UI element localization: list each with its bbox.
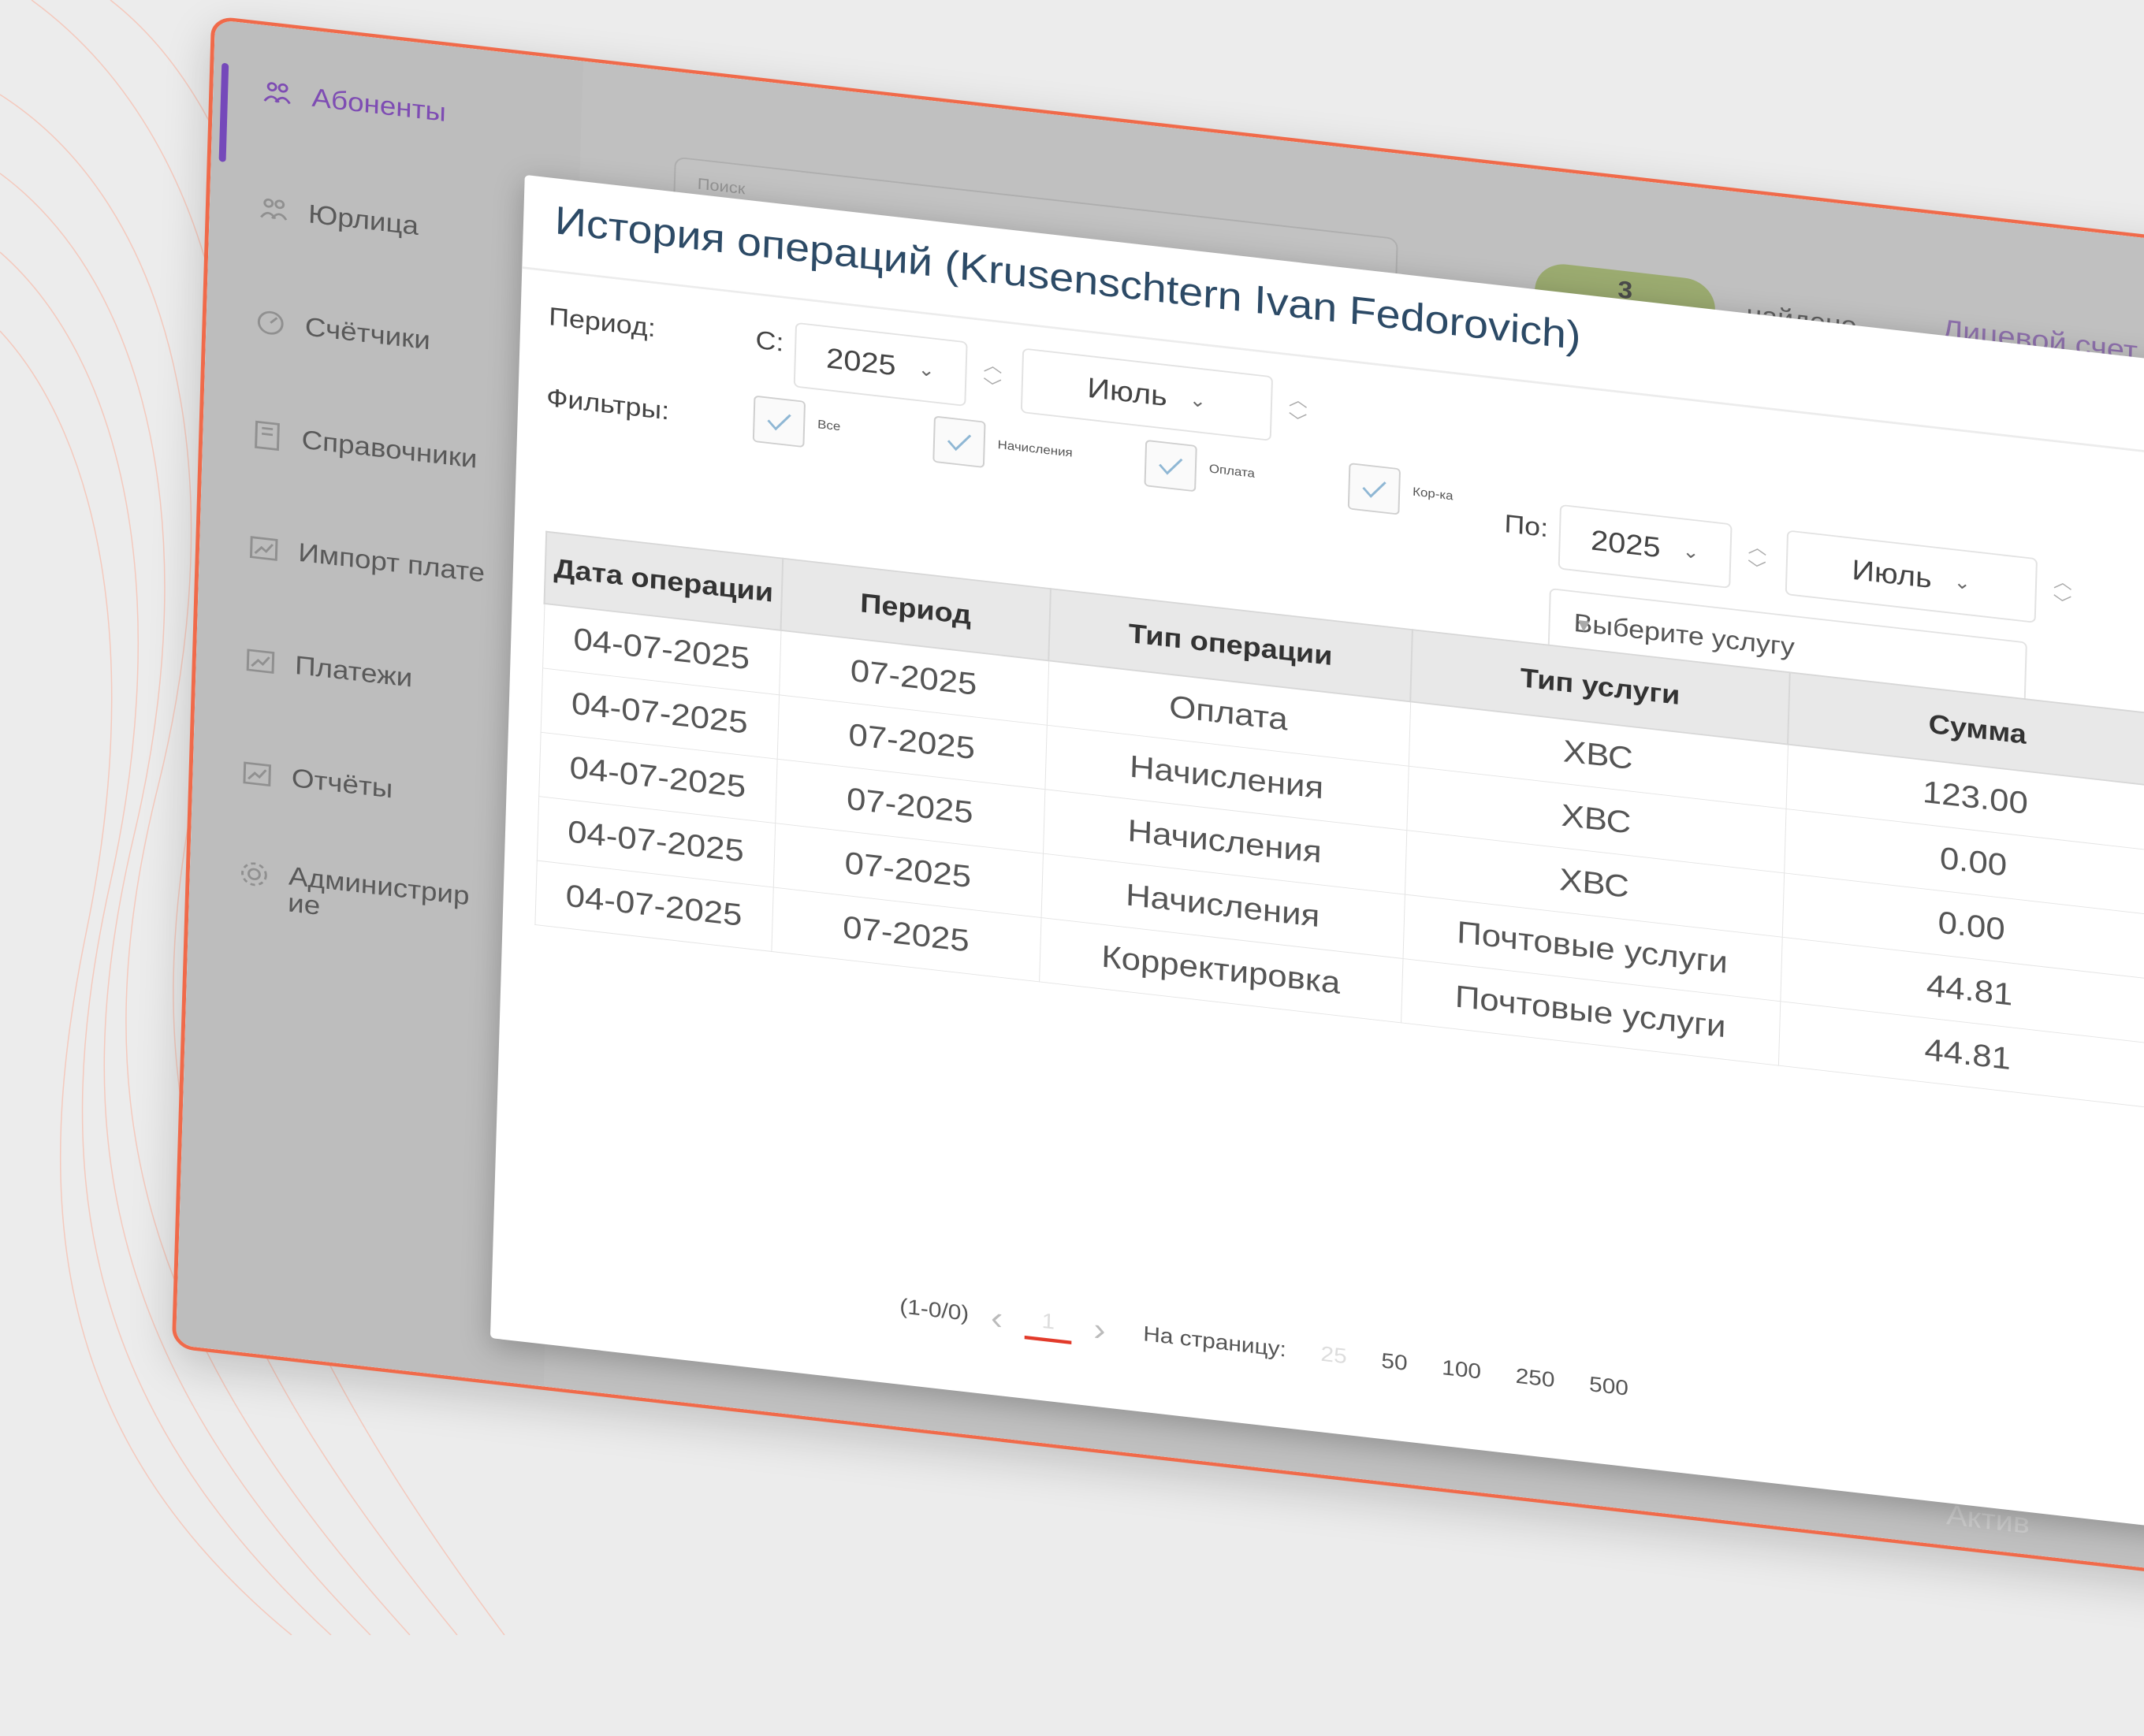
- filter-all-checkbox[interactable]: [752, 395, 806, 448]
- chevron-right-icon[interactable]: ›: [1093, 1310, 1107, 1349]
- from-month-stepper[interactable]: ︿ ﹀: [1286, 378, 1311, 446]
- filters-label: Фильтры:: [545, 382, 670, 426]
- per-page-option-50[interactable]: 50: [1381, 1349, 1408, 1376]
- page-range: (1-0/0): [899, 1294, 970, 1326]
- operations-history-dialog: История операций (Krusenschtern Ivan Fed…: [489, 174, 2144, 1569]
- from-label: С:: [755, 325, 784, 357]
- per-page-option-100[interactable]: 100: [1442, 1356, 1482, 1385]
- from-month-select[interactable]: Июль ⌄: [1020, 348, 1274, 441]
- check-icon: [1362, 481, 1387, 498]
- app-stage: Абоненты Юрлица Счётчики Справочники Имп…: [171, 15, 2144, 1721]
- check-icon: [947, 434, 972, 452]
- filter-correction-checkbox[interactable]: [1347, 463, 1401, 515]
- per-page-option-500[interactable]: 500: [1589, 1373, 1629, 1401]
- from-year-select[interactable]: 2025 ⌄: [793, 322, 968, 407]
- current-page[interactable]: 1: [1024, 1303, 1073, 1344]
- filter-charges-label: Начисления: [997, 437, 1073, 460]
- chevron-down-icon: ⌄: [1953, 570, 1971, 594]
- chevron-left-icon[interactable]: ‹: [990, 1298, 1003, 1337]
- check-icon: [1159, 458, 1183, 475]
- to-year-stepper[interactable]: ︿ ﹀: [1744, 526, 1770, 593]
- per-page-label: На страницу:: [1142, 1322, 1287, 1362]
- pagination: (1-0/0) ‹ 1 › На страницу: 25 50 100 250…: [899, 1285, 1629, 1410]
- app-window: Абоненты Юрлица Счётчики Справочники Имп…: [171, 15, 2144, 1606]
- to-month-stepper[interactable]: ︿ ﹀: [2049, 560, 2075, 628]
- period-label: Период:: [548, 301, 657, 343]
- filter-all-label: Все: [817, 417, 841, 433]
- to-month-select[interactable]: Июль ⌄: [1785, 530, 2038, 623]
- operations-table: Дата операции Период Тип операции Тип ус…: [534, 531, 2144, 1109]
- chevron-down-icon: ⌄: [1189, 388, 1207, 412]
- per-page-option-250[interactable]: 250: [1515, 1364, 1555, 1392]
- per-page-option-25[interactable]: 25: [1320, 1342, 1347, 1369]
- to-year-select[interactable]: 2025 ⌄: [1558, 504, 1733, 589]
- to-label: По:: [1504, 508, 1549, 543]
- check-icon: [767, 414, 791, 431]
- filter-payment-label: Оплата: [1208, 461, 1256, 481]
- from-year-stepper[interactable]: ︿ ﹀: [980, 344, 1005, 411]
- filter-correction-label: Кор-ка: [1412, 485, 1454, 503]
- filter-payment-checkbox[interactable]: [1144, 439, 1197, 493]
- chevron-down-icon: ⌄: [918, 357, 936, 381]
- filter-charges-checkbox[interactable]: [932, 415, 986, 468]
- chevron-down-icon: ⌄: [1681, 539, 1700, 563]
